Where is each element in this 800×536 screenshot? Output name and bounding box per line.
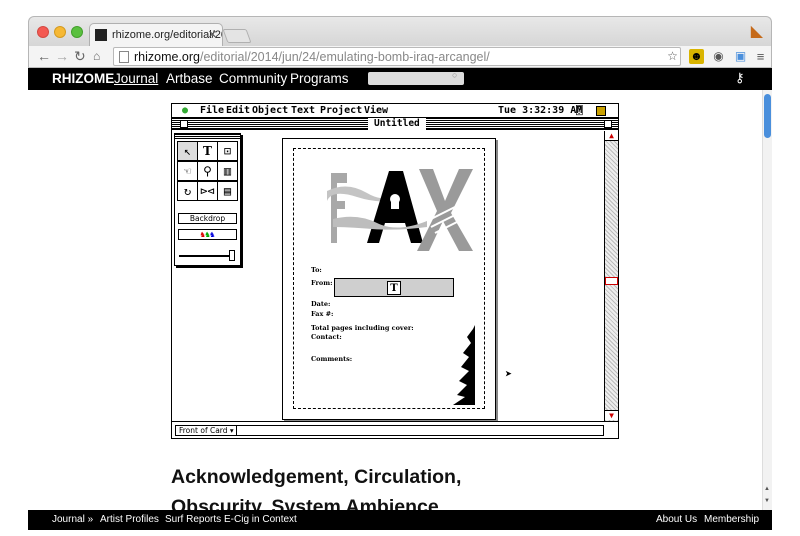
mac-window-titlebar[interactable]: Untitled — [172, 118, 618, 130]
trash-tool-icon[interactable]: ▥ — [217, 161, 238, 181]
pointer-tool-icon[interactable]: ↖ — [177, 141, 198, 161]
text-tool-icon[interactable]: T — [197, 141, 218, 161]
extension-face-icon[interactable]: ☻ — [689, 49, 704, 64]
tab-close-icon[interactable]: ✕ — [208, 28, 217, 41]
browser-tab[interactable]: rhizome.org/editorial/201 ✕ — [89, 23, 223, 47]
tab-title: rhizome.org/editorial/201 — [112, 29, 223, 41]
minimize-window-button[interactable] — [54, 26, 66, 38]
key-icon[interactable]: ⚷ — [735, 70, 745, 86]
mac-vertical-scrollbar[interactable]: ▲ ▼ — [604, 131, 618, 421]
fax-comments-label: Comments: — [311, 355, 353, 363]
menu-project[interactable]: Project — [320, 105, 362, 116]
color-swatches[interactable]: ♞♞♞ — [178, 229, 237, 240]
fax-logo-art — [327, 169, 476, 251]
extension-eye-icon[interactable]: ◉ — [711, 49, 726, 64]
mac-menubar: ● File Edit Object Text Project View Tue… — [172, 104, 618, 118]
page-scroll-up-icon[interactable]: ▲ — [764, 486, 770, 492]
bookmark-star-icon[interactable]: ☆ — [665, 49, 680, 64]
extension-cast-icon[interactable]: ▣ — [733, 49, 748, 64]
search-icon[interactable]: ○ — [452, 70, 457, 80]
fax-from-label: From: — [311, 279, 333, 287]
browser-tab-bar: rhizome.org/editorial/201 ✕ ◣ — [28, 16, 772, 47]
card-side-select[interactable]: Front of Card ▾ — [175, 425, 238, 436]
mouse-cursor-icon: ➤ — [505, 367, 513, 381]
emulator-screen[interactable]: ● File Edit Object Text Project View Tue… — [171, 103, 619, 439]
fax-date-label: Date: — [311, 300, 331, 308]
menu-icon[interactable]: ≡ — [753, 49, 768, 64]
size-slider-knob[interactable] — [229, 250, 235, 261]
new-tab-button[interactable] — [222, 29, 252, 43]
page-scrollbar[interactable]: ▲ ▼ — [762, 90, 772, 510]
menu-object[interactable]: Object — [252, 105, 288, 116]
site-nav: RHIZOME Journal Artbase Community Progra… — [28, 68, 772, 90]
zoom-window-button[interactable] — [71, 26, 83, 38]
footer-artist-profiles[interactable]: Artist Profiles — [100, 514, 159, 525]
blue-paint-icon[interactable]: ♞ — [210, 230, 215, 239]
mac-window-title: Untitled — [368, 118, 426, 130]
footer-journal[interactable]: Journal » — [52, 514, 93, 525]
browser-toolbar: ← → ↻ ⌂ rhizome.org/editorial/2014/jun/2… — [28, 46, 772, 68]
button-tool-icon[interactable]: ⊡ — [217, 141, 238, 161]
page-content: ● File Edit Object Text Project View Tue… — [28, 90, 762, 510]
url-path: /editorial/2014/jun/24/emulating-bomb-ir… — [200, 50, 490, 64]
card-side-label: Front of Card — [179, 426, 228, 435]
size-slider-track — [179, 255, 235, 257]
back-icon[interactable]: ← — [37, 48, 51, 64]
page-scroll-down-icon[interactable]: ▼ — [764, 498, 770, 504]
footer-ecig-in-context[interactable]: E-Cig in Context — [224, 514, 297, 525]
site-footer: Journal » Artist Profiles Surf Reports E… — [28, 510, 772, 530]
app-icon[interactable] — [596, 106, 606, 116]
forward-icon[interactable]: → — [55, 48, 69, 64]
pizza-extension-icon[interactable]: ◣ — [751, 21, 763, 41]
from-text-field[interactable]: T — [334, 278, 454, 297]
rotate-tool-icon[interactable]: ↻ — [177, 181, 198, 201]
rhizome-favicon-icon — [95, 29, 107, 41]
nav-programs[interactable]: Programs — [290, 71, 349, 86]
help-icon[interactable]: ⍰ — [576, 104, 583, 117]
mac-clock: Tue 3:32:39 AM — [498, 105, 583, 116]
mac-horizontal-scrollbar[interactable] — [236, 425, 604, 436]
article-headline: Acknowledgement, Circulation, Obscurity,… — [171, 466, 462, 510]
mac-zoom-box[interactable] — [604, 120, 612, 128]
text-field-icon: T — [387, 281, 401, 295]
hand-tool-icon[interactable]: ☜ — [177, 161, 198, 181]
backdrop-button[interactable]: Backdrop — [178, 213, 237, 224]
scroll-down-arrow-icon[interactable]: ▼ — [605, 410, 618, 420]
home-icon[interactable]: ⌂ — [93, 49, 100, 63]
palette-drag-bar[interactable] — [175, 134, 240, 139]
layers-tool-icon[interactable]: ▤ — [217, 181, 238, 201]
menu-text[interactable]: Text — [291, 105, 315, 116]
sawtooth-decoration — [453, 325, 475, 405]
reload-icon[interactable]: ↻ — [74, 48, 86, 65]
page-scroll-thumb[interactable] — [764, 94, 771, 138]
apple-icon[interactable]: ● — [182, 105, 188, 116]
footer-surf-reports[interactable]: Surf Reports — [165, 514, 221, 525]
nav-artbase[interactable]: Artbase — [166, 71, 213, 86]
flip-tool-icon[interactable]: ⊳⊲ — [197, 181, 218, 201]
footer-membership[interactable]: Membership — [704, 514, 759, 525]
footer-about-us[interactable]: About Us — [656, 514, 697, 525]
mac-close-box[interactable] — [180, 120, 188, 128]
fax-number-label: Fax #: — [311, 310, 334, 318]
tool-palette: ↖ T ⊡ ☜ ⚲ ▥ ↻ ⊳⊲ ▤ Backdrop ♞♞♞ — [174, 133, 241, 266]
nav-community[interactable]: Community — [219, 71, 287, 86]
fax-card[interactable]: To: From: T Date: Fax #: Total pages inc… — [282, 138, 496, 420]
page-icon — [119, 51, 129, 63]
menu-view[interactable]: View — [364, 105, 388, 116]
nav-journal[interactable]: Journal — [114, 71, 158, 86]
rhizome-logo[interactable]: RHIZOME — [52, 71, 114, 86]
fax-contact-label: Contact: — [311, 333, 342, 341]
close-window-button[interactable] — [37, 26, 49, 38]
site-search-input[interactable] — [368, 72, 464, 85]
fax-to-label: To: — [311, 266, 322, 274]
url-host: rhizome.org — [134, 50, 200, 64]
mac-scroll-thumb[interactable] — [605, 277, 618, 285]
address-bar[interactable]: rhizome.org/editorial/2014/jun/24/emulat… — [113, 47, 681, 66]
fax-total-pages-label: Total pages including cover: — [311, 324, 414, 332]
mac-bottom-bar: Front of Card ▾ — [172, 421, 618, 438]
magnifier-tool-icon[interactable]: ⚲ — [197, 161, 218, 181]
menu-edit[interactable]: Edit — [226, 105, 250, 116]
scroll-up-arrow-icon[interactable]: ▲ — [605, 131, 618, 141]
menu-file[interactable]: File — [200, 105, 224, 116]
